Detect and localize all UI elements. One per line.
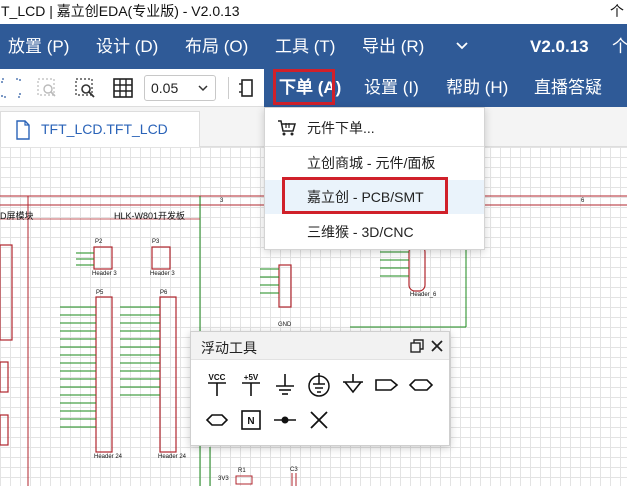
schematic-label: C3 [290, 467, 298, 473]
net-port-bidirectional-icon[interactable] [407, 372, 435, 398]
title-overflow-fragment: 个 [610, 3, 624, 19]
schematic-label: GND [278, 322, 292, 328]
tab-label: TFT_LCD.TFT_LCD [41, 121, 168, 137]
cart-icon [278, 120, 296, 136]
junction-icon[interactable] [271, 407, 299, 433]
ruler-label: 3 [220, 198, 224, 204]
schematic-label: Header_6 [410, 292, 437, 298]
schematic-label: P2 [95, 239, 103, 245]
order-menu-highlight [273, 69, 335, 105]
menu-item-order-components[interactable]: 元件下单... [265, 111, 484, 145]
header-p6 [159, 296, 177, 453]
schematic-label: P6 [160, 290, 168, 296]
header-6 [408, 245, 426, 292]
header-left-3 [0, 414, 9, 446]
menu-item-label: 三维猴 - 3D/CNC [307, 224, 414, 240]
menu-design[interactable]: 设计 (D) [96, 24, 158, 69]
schematic-label: P3 [152, 239, 160, 245]
select-tool-icon[interactable] [0, 77, 22, 99]
close-icon[interactable] [429, 338, 445, 354]
toolbar-divider [228, 77, 229, 99]
menu-live-qa[interactable]: 直播答疑 [534, 69, 602, 107]
schematic-label: D屏模块 [0, 211, 34, 221]
schematic-label: P5 [96, 290, 104, 296]
net-port-hexagon-icon[interactable] [203, 407, 231, 433]
zoom-select-icon[interactable] [74, 77, 96, 99]
grid-size-select[interactable]: 0.05 [144, 75, 216, 101]
tab-tft-lcd[interactable]: TFT_LCD.TFT_LCD [0, 111, 200, 147]
schematic-label: R1 [238, 468, 246, 474]
net-label-text: N [247, 416, 254, 427]
floating-panel-title: 浮动工具 [201, 340, 257, 356]
schematic-label: Header 3 [92, 271, 117, 277]
ground-symbol-icon[interactable] [271, 372, 299, 398]
menu-help[interactable]: 帮助 (H) [446, 69, 508, 107]
menu-place[interactable]: 放置 (P) [8, 24, 69, 69]
menu-export[interactable]: 导出 (R) [362, 24, 424, 69]
menu-item-lcsc[interactable]: 立创商城 - 元件/面板 [265, 146, 484, 180]
menu-overflow-fragment: 个 [612, 37, 627, 56]
earth-ground-symbol-icon[interactable] [305, 372, 333, 398]
window-title-bar: T_LCD | 嘉立创EDA(专业版) - V2.0.13 个 [0, 0, 627, 24]
header-left [0, 244, 13, 341]
schematic-label: Header 24 [158, 454, 187, 460]
main-menu-bar: 放置 (P) 设计 (D) 布局 (O) 工具 (T) 导出 (R) V2.0.… [0, 24, 627, 69]
net-port-in-icon[interactable] [373, 372, 401, 398]
more-menus-chevron-icon[interactable] [455, 36, 469, 56]
restore-icon[interactable] [409, 338, 425, 354]
plus5v-symbol-icon[interactable]: +5V [237, 372, 265, 398]
schematic-label: Header 3 [150, 271, 175, 277]
header-p2 [93, 246, 113, 270]
net-label-icon[interactable]: N [237, 407, 265, 433]
version-label: V2.0.13 [530, 37, 589, 56]
grid-icon[interactable] [112, 77, 134, 99]
header-p3 [151, 246, 171, 270]
document-icon [16, 120, 30, 140]
signal-ground-symbol-icon[interactable] [339, 372, 367, 398]
schematic-label: 3V3 [218, 476, 229, 482]
vcc-text: VCC [209, 373, 226, 382]
vcc-symbol-icon[interactable]: VCC [203, 372, 231, 398]
resistor-r1 [235, 475, 253, 485]
menu-item-label: 元件下单... [307, 120, 375, 136]
jlc-pcb-highlight [282, 177, 448, 214]
schematic-label: HLK-W801开发板 [114, 211, 186, 221]
menu-settings[interactable]: 设置 (I) [364, 69, 419, 107]
menu-item-label: 立创商城 - 元件/面板 [307, 155, 436, 171]
window-title: T_LCD | 嘉立创EDA(专业版) - V2.0.13 [1, 3, 240, 19]
no-connect-icon[interactable] [305, 407, 333, 433]
header-mid [278, 264, 292, 308]
menu-item-3d-cnc[interactable]: 三维猴 - 3D/CNC [265, 215, 484, 249]
plus5v-text: +5V [244, 373, 259, 382]
component-icon[interactable] [236, 77, 258, 99]
chevron-down-icon [198, 85, 208, 92]
zoom-area-icon[interactable] [36, 77, 58, 99]
header-p5 [95, 296, 113, 453]
menu-tools[interactable]: 工具 (T) [275, 24, 335, 69]
menu-layout[interactable]: 布局 (O) [185, 24, 248, 69]
floating-tools-panel: 浮动工具 VCC +5V N [190, 331, 450, 446]
header-left-2 [0, 361, 9, 393]
floating-panel-header[interactable]: 浮动工具 [191, 332, 449, 360]
grid-size-value: 0.05 [151, 80, 179, 96]
schematic-label: Header 24 [94, 454, 123, 460]
ruler-label: 6 [581, 198, 585, 204]
